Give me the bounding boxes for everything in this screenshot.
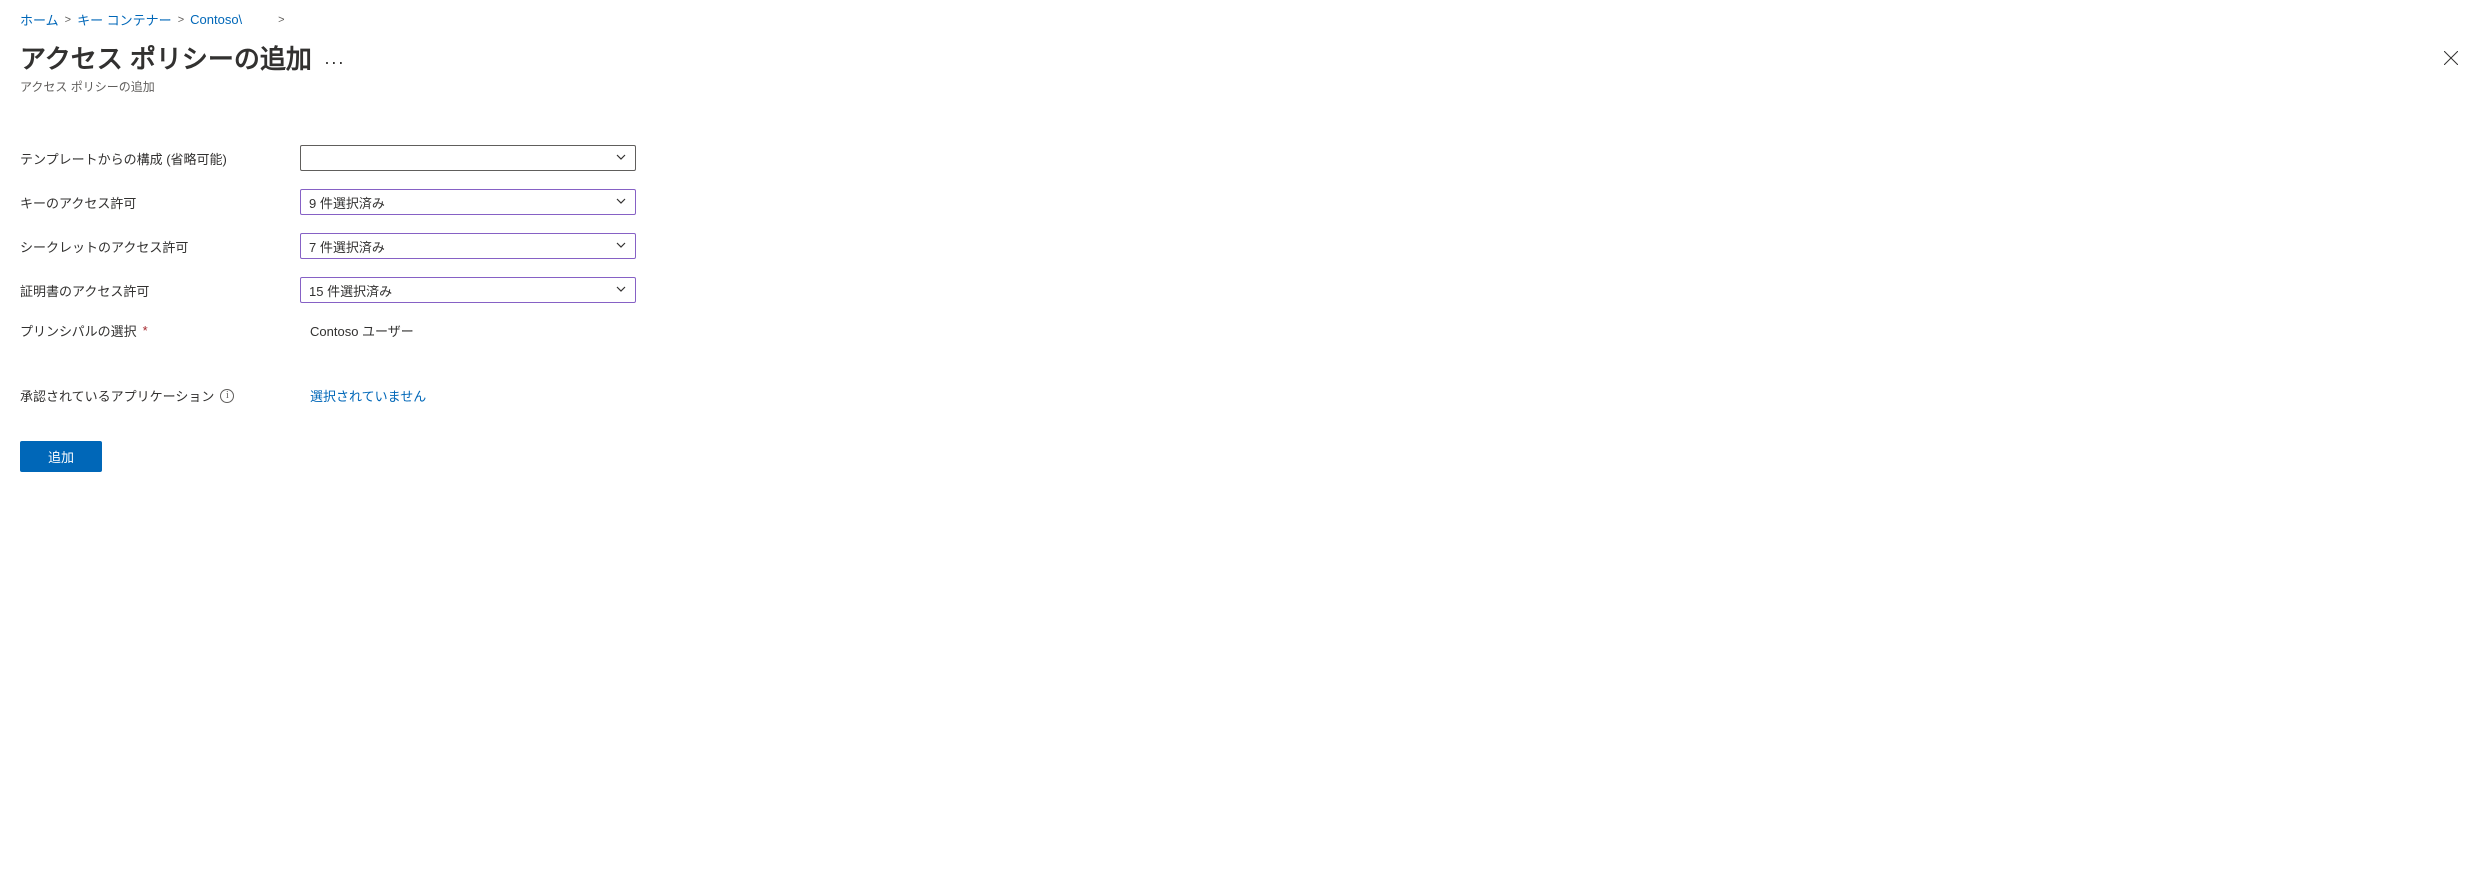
- page-subtitle: アクセス ポリシーの追加: [20, 78, 345, 95]
- label-key-permissions: キーのアクセス許可: [20, 193, 300, 212]
- principal-value: Contoso ユーザー: [300, 321, 414, 340]
- close-button[interactable]: [2438, 45, 2464, 74]
- row-key-permissions: キーのアクセス許可 9 件選択済み: [20, 189, 2472, 215]
- row-secret-permissions: シークレットのアクセス許可 7 件選択済み: [20, 233, 2472, 259]
- chevron-right-icon: >: [178, 14, 184, 26]
- authorized-app-link[interactable]: 選択されていません: [300, 386, 426, 405]
- more-button[interactable]: ···: [324, 45, 345, 71]
- select-template-config[interactable]: [300, 145, 636, 171]
- label-template-config: テンプレートからの構成 (省略可能): [20, 149, 300, 168]
- form-area: テンプレートからの構成 (省略可能) キーのアクセス許可 9 件選択済み シーク…: [20, 145, 2472, 472]
- select-value: 15 件選択済み: [309, 281, 392, 300]
- chevron-down-icon: [615, 239, 627, 254]
- label-cert-permissions: 証明書のアクセス許可: [20, 281, 300, 300]
- chevron-right-icon: >: [278, 14, 284, 26]
- row-cert-permissions: 証明書のアクセス許可 15 件選択済み: [20, 277, 2472, 303]
- label-principal-select: プリンシパルの選択 *: [20, 321, 300, 340]
- row-principal-select: プリンシパルの選択 * Contoso ユーザー: [20, 321, 2472, 340]
- page-title: アクセス ポリシーの追加: [20, 39, 312, 76]
- chevron-right-icon: >: [65, 14, 71, 26]
- label-text: 承認されているアプリケーション: [20, 386, 214, 405]
- close-icon: [2444, 53, 2458, 68]
- select-cert-permissions[interactable]: 15 件選択済み: [300, 277, 636, 303]
- breadcrumb-link-key-vaults[interactable]: キー コンテナー: [77, 10, 172, 29]
- page-header: アクセス ポリシーの追加 ··· アクセス ポリシーの追加: [20, 39, 2472, 95]
- add-button[interactable]: 追加: [20, 441, 102, 472]
- label-authorized-app: 承認されているアプリケーション i: [20, 386, 300, 405]
- info-icon[interactable]: i: [220, 389, 234, 403]
- breadcrumb-link-home[interactable]: ホーム: [20, 10, 59, 29]
- chevron-down-icon: [615, 195, 627, 210]
- select-key-permissions[interactable]: 9 件選択済み: [300, 189, 636, 215]
- row-template-config: テンプレートからの構成 (省略可能): [20, 145, 2472, 171]
- title-line: アクセス ポリシーの追加 ···: [20, 39, 345, 76]
- label-text: プリンシパルの選択: [20, 321, 137, 340]
- breadcrumb: ホーム > キー コンテナー > Contoso\ >: [20, 10, 2472, 29]
- select-value: 7 件選択済み: [309, 237, 385, 256]
- title-block: アクセス ポリシーの追加 ··· アクセス ポリシーの追加: [20, 39, 345, 95]
- row-authorized-app: 承認されているアプリケーション i 選択されていません: [20, 386, 2472, 405]
- breadcrumb-link-contoso[interactable]: Contoso\: [190, 12, 242, 27]
- chevron-down-icon: [615, 151, 627, 166]
- select-value: 9 件選択済み: [309, 193, 385, 212]
- label-secret-permissions: シークレットのアクセス許可: [20, 237, 300, 256]
- required-indicator: *: [143, 323, 148, 338]
- chevron-down-icon: [615, 283, 627, 298]
- select-secret-permissions[interactable]: 7 件選択済み: [300, 233, 636, 259]
